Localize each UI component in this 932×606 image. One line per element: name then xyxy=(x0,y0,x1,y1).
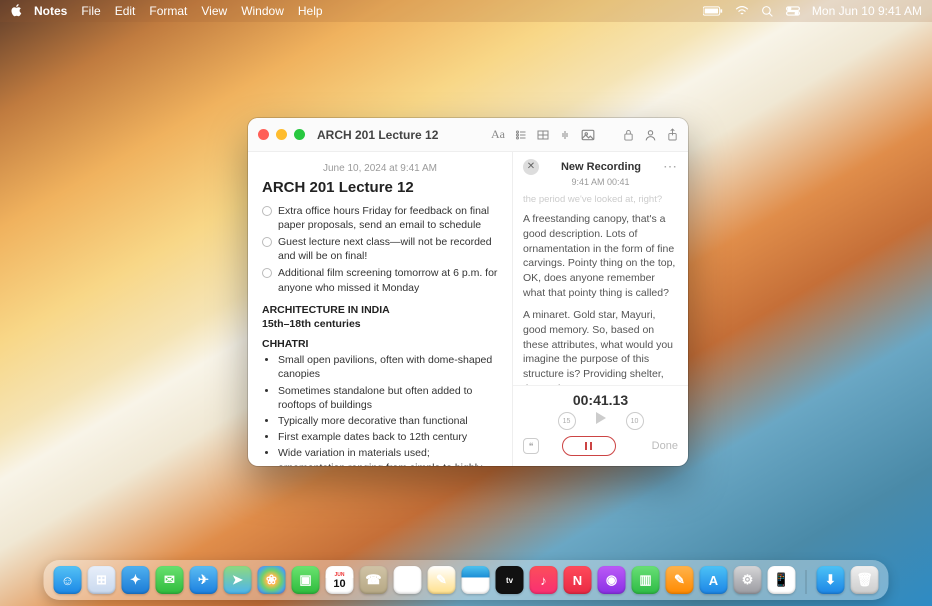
dock-app-pages[interactable]: ✎ xyxy=(666,566,694,594)
dock-app-podcasts[interactable]: ◉ xyxy=(598,566,626,594)
more-options-icon[interactable]: ⋯ xyxy=(663,158,678,175)
dock-app-downloads[interactable]: ⬇ xyxy=(817,566,845,594)
search-icon[interactable] xyxy=(761,5,774,18)
dock-app-trash[interactable]: 🗑 xyxy=(851,566,879,594)
titlebar[interactable]: ARCH 201 Lecture 12 Aa xyxy=(248,118,688,152)
recording-controls: 00:41.13 15 10 ❝ Done xyxy=(513,385,688,466)
checkbox-icon[interactable] xyxy=(262,206,272,216)
dock: ☺⊞✦✉✈➤❀▣JUN10☎≡✎〰tv♪N◉▥✎A⚙📱⬇🗑 xyxy=(44,560,889,600)
dock-app-contacts[interactable]: ☎ xyxy=(360,566,388,594)
battery-icon[interactable] xyxy=(703,6,723,16)
menubar-menus: Notes File Edit Format View Window Help xyxy=(34,4,323,18)
menu-view[interactable]: View xyxy=(201,4,227,18)
quote-icon[interactable]: ❝ xyxy=(523,438,539,454)
control-center-icon[interactable] xyxy=(786,6,800,16)
note-timestamp: June 10, 2024 at 9:41 AM xyxy=(262,162,498,176)
lock-icon[interactable] xyxy=(623,127,634,142)
play-icon[interactable] xyxy=(596,412,606,424)
dock-app-numbers[interactable]: ▥ xyxy=(632,566,660,594)
photos-icon[interactable] xyxy=(581,127,595,142)
skip-forward-button[interactable]: 10 xyxy=(626,412,644,430)
dock-app-facetime[interactable]: ▣ xyxy=(292,566,320,594)
bullet-item: Typically more decorative than functiona… xyxy=(278,414,498,428)
menu-window[interactable]: Window xyxy=(241,4,284,18)
checklist-item[interactable]: Guest lecture next class—will not be rec… xyxy=(262,235,498,263)
note-title: ARCH 201 Lecture 12 xyxy=(262,178,498,198)
dock-app-news[interactable]: N xyxy=(564,566,592,594)
transcript-paragraph: A freestanding canopy, that's a good des… xyxy=(523,212,678,300)
wifi-icon[interactable] xyxy=(735,5,749,17)
zoom-button[interactable] xyxy=(294,129,305,140)
dock-app-freeform[interactable]: 〰 xyxy=(462,566,490,594)
pause-button[interactable] xyxy=(562,436,616,456)
skip-back-button[interactable]: 15 xyxy=(558,412,576,430)
menu-edit[interactable]: Edit xyxy=(115,4,136,18)
collab-icon[interactable] xyxy=(644,127,657,142)
checkbox-icon[interactable] xyxy=(262,268,272,278)
menu-file[interactable]: File xyxy=(81,4,100,18)
window-controls xyxy=(258,129,305,140)
menu-format[interactable]: Format xyxy=(149,4,187,18)
close-button[interactable] xyxy=(258,129,269,140)
menubar-datetime[interactable]: Mon Jun 10 9:41 AM xyxy=(812,4,922,18)
recording-timer: 00:41.13 xyxy=(523,392,678,408)
section-heading: ARCHITECTURE IN INDIA xyxy=(262,303,498,317)
bullet-item: Small open pavilions, often with dome-sh… xyxy=(278,353,498,381)
dock-app-reminders[interactable]: ≡ xyxy=(394,566,422,594)
topic-heading: CHHATRI xyxy=(262,337,498,351)
dock-app-messages[interactable]: ✉ xyxy=(156,566,184,594)
bullet-item: First example dates back to 12th century xyxy=(278,430,498,444)
minimize-button[interactable] xyxy=(276,129,287,140)
window-title: ARCH 201 Lecture 12 xyxy=(317,128,438,142)
dock-app-calendar[interactable]: JUN10 xyxy=(326,566,354,594)
audio-icon[interactable] xyxy=(559,127,571,142)
dock-app-mail[interactable]: ✈ xyxy=(190,566,218,594)
share-icon[interactable] xyxy=(667,127,678,142)
dock-app-maps[interactable]: ➤ xyxy=(224,566,252,594)
bullet-item: Sometimes standalone but often added to … xyxy=(278,384,498,412)
checklist-icon[interactable] xyxy=(515,127,527,142)
dock-separator xyxy=(806,570,807,594)
dock-app-music[interactable]: ♪ xyxy=(530,566,558,594)
notes-window: ARCH 201 Lecture 12 Aa June 10, 2024 at … xyxy=(248,118,688,466)
text-style-icon[interactable]: Aa xyxy=(491,127,505,142)
dock-app-settings[interactable]: ⚙ xyxy=(734,566,762,594)
apple-menu-icon[interactable] xyxy=(10,3,24,20)
dock-app-appstore[interactable]: A xyxy=(700,566,728,594)
dock-app-tv[interactable]: tv xyxy=(496,566,524,594)
close-panel-button[interactable]: ✕ xyxy=(523,159,539,175)
checklist-item[interactable]: Additional film screening tomorrow at 6 … xyxy=(262,266,498,294)
table-icon[interactable] xyxy=(537,127,549,142)
note-body[interactable]: June 10, 2024 at 9:41 AM ARCH 201 Lectur… xyxy=(248,152,512,466)
menu-help[interactable]: Help xyxy=(298,4,323,18)
bullet-item: Wide variation in materials used; orname… xyxy=(278,446,498,466)
menubar: Notes File Edit Format View Window Help … xyxy=(0,0,932,22)
transcript[interactable]: the period we've looked at, right? A fre… xyxy=(513,193,688,385)
toolbar: Aa xyxy=(491,127,678,142)
app-menu[interactable]: Notes xyxy=(34,4,67,18)
recording-panel: ✕ New Recording ⋯ 9:41 AM 00:41 the peri… xyxy=(512,152,688,466)
status-area: Mon Jun 10 9:41 AM xyxy=(703,4,922,18)
recording-subtitle: 9:41 AM 00:41 xyxy=(513,177,688,187)
transcript-paragraph: A minaret. Gold star, Mayuri, good memor… xyxy=(523,308,678,385)
checkbox-icon[interactable] xyxy=(262,237,272,247)
done-button[interactable]: Done xyxy=(652,440,678,452)
dock-app-iphone[interactable]: 📱 xyxy=(768,566,796,594)
checklist-item[interactable]: Extra office hours Friday for feedback o… xyxy=(262,204,498,232)
transcript-faded: the period we've looked at, right? xyxy=(523,193,678,206)
dock-app-finder[interactable]: ☺ xyxy=(54,566,82,594)
checklist: Extra office hours Friday for feedback o… xyxy=(262,204,498,295)
bullet-list: Small open pavilions, often with dome-sh… xyxy=(262,353,498,466)
dock-app-photos[interactable]: ❀ xyxy=(258,566,286,594)
section-subheading: 15th–18th centuries xyxy=(262,317,498,331)
dock-app-safari[interactable]: ✦ xyxy=(122,566,150,594)
recording-title: New Recording xyxy=(539,161,663,173)
dock-app-notes[interactable]: ✎ xyxy=(428,566,456,594)
dock-app-launchpad[interactable]: ⊞ xyxy=(88,566,116,594)
